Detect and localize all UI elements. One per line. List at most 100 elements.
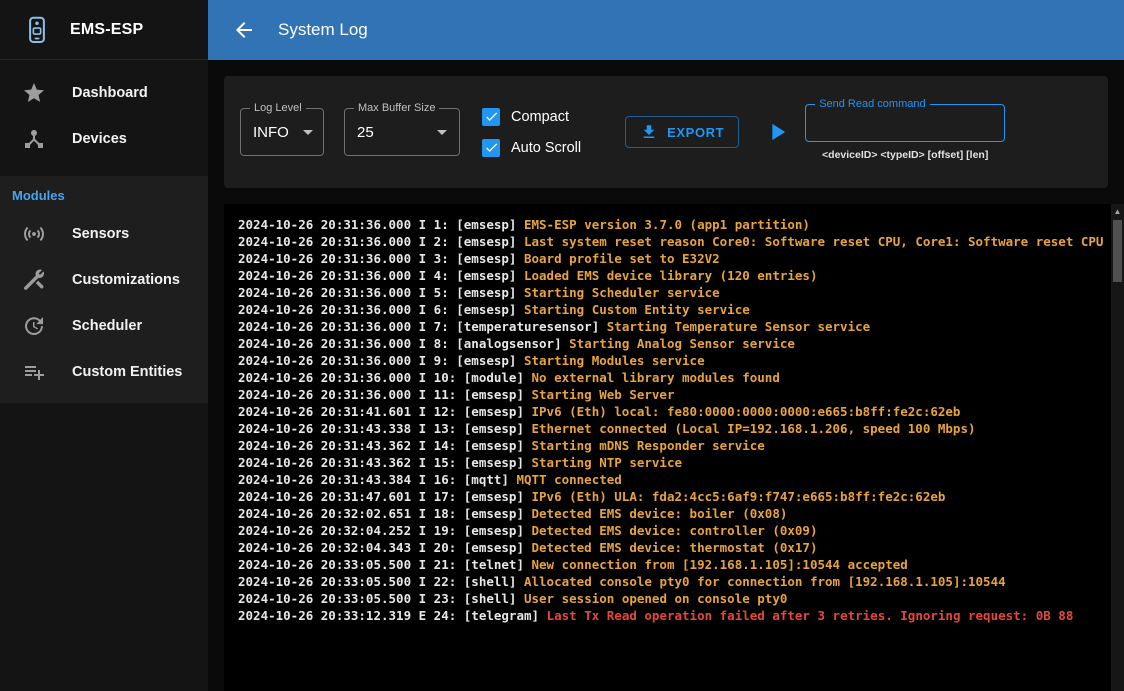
log-row-prefix: 2024-10-26 20:33:05.500 I 22: [shell] — [238, 574, 524, 589]
log-row: 2024-10-26 20:31:43.362 I 15: [emsesp] S… — [238, 454, 1110, 471]
log-row-message: Loaded EMS device library (120 entries) — [524, 268, 818, 283]
sidebar-nav: Dashboard Devices Modules Sensors — [0, 60, 208, 403]
back-button[interactable] — [222, 8, 266, 52]
modules-header: Modules — [0, 176, 208, 211]
log-row-message: Allocated console pty0 for connection fr… — [524, 574, 1006, 589]
log-row-message: Detected EMS device: thermostat (0x17) — [532, 540, 818, 555]
log-row-prefix: 2024-10-26 20:31:36.000 I 5: [emsesp] — [238, 285, 524, 300]
max-buffer-label: Max Buffer Size — [354, 102, 439, 114]
log-row: 2024-10-26 20:33:05.500 I 23: [shell] Us… — [238, 590, 1110, 607]
log-level-select[interactable]: Log Level INFO — [240, 108, 324, 156]
update-clock-icon — [22, 314, 46, 338]
sidebar-item-scheduler[interactable]: Scheduler — [0, 303, 208, 349]
sidebar-item-dashboard[interactable]: Dashboard — [0, 70, 208, 116]
log-row-message: Board profile set to E32V2 — [524, 251, 720, 266]
device-hub-icon — [22, 127, 46, 151]
log-row: 2024-10-26 20:31:36.000 I 1: [emsesp] EM… — [238, 216, 1110, 233]
log-controls-card: Log Level INFO Max Buffer Size 25 Compac… — [224, 76, 1108, 188]
app-root: EMS-ESP Dashboard Devices Modules — [0, 0, 1124, 691]
log-row: 2024-10-26 20:31:36.000 I 11: [emsesp] S… — [238, 386, 1110, 403]
log-row-prefix: 2024-10-26 20:33:05.500 I 23: [shell] — [238, 591, 524, 606]
log-row-prefix: 2024-10-26 20:31:43.362 I 15: [emsesp] — [238, 455, 532, 470]
log-row-prefix: 2024-10-26 20:33:05.500 I 21: [telnet] — [238, 557, 532, 572]
log-level-label: Log Level — [250, 102, 306, 114]
checkbox-group: Compact Auto Scroll — [482, 108, 581, 157]
log-row-message: MQTT connected — [516, 472, 621, 487]
log-row-message: Detected EMS device: controller (0x09) — [532, 523, 818, 538]
arrow-left-icon — [232, 18, 256, 42]
download-icon — [640, 123, 658, 141]
log-row: 2024-10-26 20:32:04.343 I 20: [emsesp] D… — [238, 539, 1110, 556]
log-row-prefix: 2024-10-26 20:32:04.343 I 20: [emsesp] — [238, 540, 532, 555]
modules-section: Modules Sensors Customizations — [0, 176, 208, 403]
sidebar-item-label: Devices — [72, 131, 127, 147]
log-row-prefix: 2024-10-26 20:31:36.000 I 9: [emsesp] — [238, 353, 524, 368]
log-row-prefix: 2024-10-26 20:32:02.651 I 18: [emsesp] — [238, 506, 532, 521]
max-buffer-select[interactable]: Max Buffer Size 25 — [344, 108, 460, 156]
send-read-label: Send Read command — [815, 98, 929, 110]
sidebar-item-sensors[interactable]: Sensors — [0, 211, 208, 257]
log-row-message: Starting Web Server — [532, 387, 675, 402]
log-row: 2024-10-26 20:31:43.362 I 14: [emsesp] S… — [238, 437, 1110, 454]
sidebar-item-customizations[interactable]: Customizations — [0, 257, 208, 303]
construction-icon — [22, 268, 46, 292]
log-row-prefix: 2024-10-26 20:31:36.000 I 10: [module] — [238, 370, 532, 385]
appbar: System Log — [208, 0, 1124, 60]
checkbox-checked-icon — [482, 108, 500, 126]
send-read-field: Send Read command — [805, 104, 1005, 142]
log-row-prefix: 2024-10-26 20:31:36.000 I 8: [analogsens… — [238, 336, 569, 351]
scroll-up-arrow-icon[interactable]: ▲ — [1114, 204, 1122, 220]
sensors-icon — [22, 222, 46, 246]
log-row-prefix: 2024-10-26 20:31:36.000 I 11: [emsesp] — [238, 387, 532, 402]
log-row: 2024-10-26 20:31:36.000 I 7: [temperatur… — [238, 318, 1110, 335]
log-row-message: No external library modules found — [532, 370, 780, 385]
log-row: 2024-10-26 20:31:36.000 I 2: [emsesp] La… — [238, 233, 1110, 250]
send-read-input[interactable] — [818, 114, 992, 132]
log-lines: 2024-10-26 20:31:36.000 I 1: [emsesp] EM… — [224, 204, 1124, 636]
log-output[interactable]: 2024-10-26 20:31:36.000 I 1: [emsesp] EM… — [224, 204, 1124, 691]
log-row: 2024-10-26 20:33:12.319 E 24: [telegram]… — [238, 607, 1110, 624]
log-row-message: User session opened on console pty0 — [524, 591, 787, 606]
scrollbar-thumb[interactable] — [1113, 220, 1122, 282]
chevron-down-icon — [437, 130, 447, 135]
chevron-down-icon — [303, 130, 313, 135]
log-row: 2024-10-26 20:31:47.601 I 17: [emsesp] I… — [238, 488, 1110, 505]
sidebar-item-label: Customizations — [72, 272, 180, 288]
log-row-prefix: 2024-10-26 20:32:04.252 I 19: [emsesp] — [238, 523, 532, 538]
play-icon — [763, 118, 791, 146]
log-scrollbar[interactable]: ▲ — [1111, 204, 1124, 691]
log-row-message: Starting mDNS Responder service — [532, 438, 765, 453]
log-row: 2024-10-26 20:32:02.651 I 18: [emsesp] D… — [238, 505, 1110, 522]
log-row: 2024-10-26 20:31:36.000 I 6: [emsesp] St… — [238, 301, 1110, 318]
log-row-prefix: 2024-10-26 20:31:43.338 I 13: [emsesp] — [238, 421, 532, 436]
export-button[interactable]: EXPORT — [625, 116, 739, 148]
log-row-prefix: 2024-10-26 20:31:36.000 I 3: [emsesp] — [238, 251, 524, 266]
auto-scroll-checkbox[interactable]: Auto Scroll — [482, 139, 581, 157]
log-row: 2024-10-26 20:31:43.338 I 13: [emsesp] E… — [238, 420, 1110, 437]
log-row-prefix: 2024-10-26 20:31:36.000 I 1: [emsesp] — [238, 217, 524, 232]
log-row-prefix: 2024-10-26 20:31:36.000 I 6: [emsesp] — [238, 302, 524, 317]
send-command-button[interactable] — [763, 118, 791, 146]
log-row-message: Last system reset reason Core0: Software… — [524, 234, 1103, 249]
send-read-helper: <deviceID> <typeID> [offset] [len] — [822, 149, 988, 161]
brand: EMS-ESP — [0, 0, 208, 60]
log-row: 2024-10-26 20:31:36.000 I 5: [emsesp] St… — [238, 284, 1110, 301]
log-row-prefix: 2024-10-26 20:31:43.362 I 14: [emsesp] — [238, 438, 532, 453]
log-row: 2024-10-26 20:31:36.000 I 9: [emsesp] St… — [238, 352, 1110, 369]
log-row: 2024-10-26 20:31:41.601 I 12: [emsesp] I… — [238, 403, 1110, 420]
max-buffer-value: 25 — [357, 124, 374, 141]
sidebar-item-custom-entities[interactable]: Custom Entities — [0, 349, 208, 395]
export-label: EXPORT — [667, 125, 724, 140]
page-title: System Log — [278, 20, 368, 40]
log-row-message: Last Tx Read operation failed after 3 re… — [547, 608, 1074, 623]
log-row-prefix: 2024-10-26 20:31:41.601 I 12: [emsesp] — [238, 404, 532, 419]
app-title: EMS-ESP — [70, 21, 143, 39]
sidebar: EMS-ESP Dashboard Devices Modules — [0, 0, 208, 691]
compact-checkbox[interactable]: Compact — [482, 108, 581, 126]
log-row-message: Starting Custom Entity service — [524, 302, 750, 317]
sidebar-item-label: Custom Entities — [72, 364, 182, 380]
log-row: 2024-10-26 20:31:36.000 I 4: [emsesp] Lo… — [238, 267, 1110, 284]
log-row: 2024-10-26 20:33:05.500 I 22: [shell] Al… — [238, 573, 1110, 590]
log-row: 2024-10-26 20:31:43.384 I 16: [mqtt] MQT… — [238, 471, 1110, 488]
sidebar-item-devices[interactable]: Devices — [0, 116, 208, 162]
